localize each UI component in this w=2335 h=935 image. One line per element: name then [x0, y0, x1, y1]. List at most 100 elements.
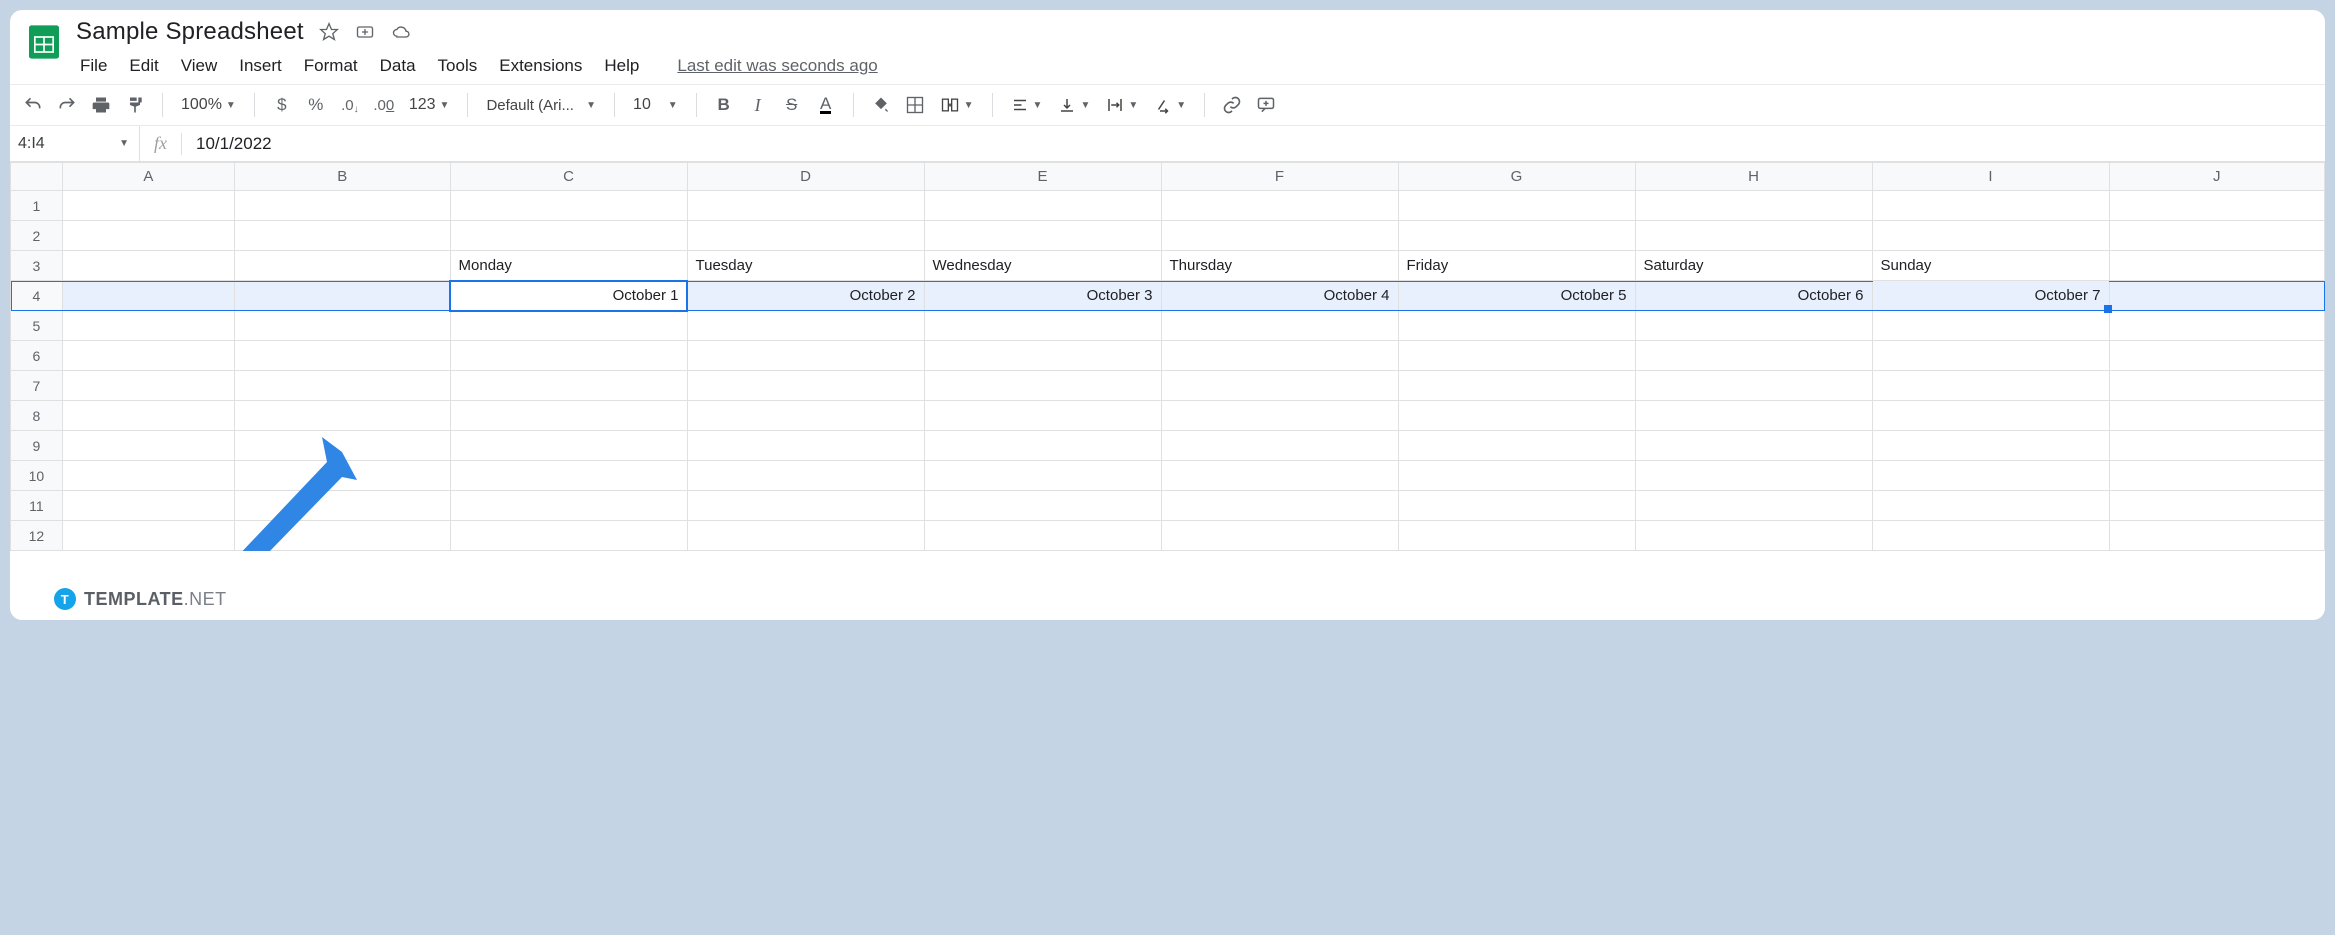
cell[interactable] [62, 521, 234, 551]
col-header[interactable]: G [1398, 163, 1635, 191]
cell[interactable] [924, 491, 1161, 521]
cell[interactable] [1161, 341, 1398, 371]
cell[interactable] [1161, 461, 1398, 491]
cell[interactable] [924, 431, 1161, 461]
cell[interactable] [450, 401, 687, 431]
row-header[interactable]: 4 [11, 281, 63, 311]
cell[interactable] [1398, 461, 1635, 491]
cell[interactable] [1398, 341, 1635, 371]
cell[interactable] [2109, 311, 2324, 341]
bold-button[interactable]: B [711, 91, 737, 119]
increase-decimal[interactable]: .00 [371, 91, 397, 119]
cell[interactable] [1398, 221, 1635, 251]
cell[interactable] [1398, 311, 1635, 341]
insert-link-icon[interactable] [1219, 91, 1245, 119]
cell[interactable] [1398, 371, 1635, 401]
cell[interactable] [1635, 191, 1872, 221]
cell[interactable] [924, 341, 1161, 371]
cell[interactable]: Sunday [1872, 251, 2109, 281]
menu-data[interactable]: Data [380, 56, 416, 76]
undo-icon[interactable] [20, 91, 46, 119]
merge-cells-button[interactable]: ▼ [936, 95, 978, 115]
cell[interactable] [1161, 401, 1398, 431]
cell[interactable] [1872, 491, 2109, 521]
cell[interactable] [2109, 371, 2324, 401]
menu-insert[interactable]: Insert [239, 56, 282, 76]
text-color-button[interactable]: A [813, 91, 839, 119]
col-header[interactable]: A [62, 163, 234, 191]
cell[interactable] [235, 371, 450, 401]
name-box[interactable]: 4:I4▼ [10, 126, 140, 161]
menu-edit[interactable]: Edit [129, 56, 158, 76]
font-size-select[interactable]: 10 ▼ [629, 96, 682, 114]
cell[interactable] [450, 191, 687, 221]
select-all-corner[interactable] [11, 163, 63, 191]
row-header[interactable]: 9 [11, 431, 63, 461]
cell[interactable] [235, 281, 450, 311]
cell[interactable]: Wednesday [924, 251, 1161, 281]
col-header[interactable]: C [450, 163, 687, 191]
text-rotation-button[interactable]: ▼ [1150, 96, 1190, 114]
cell[interactable] [235, 191, 450, 221]
cell[interactable] [62, 251, 234, 281]
cell[interactable] [2109, 221, 2324, 251]
cell[interactable] [235, 431, 450, 461]
cell[interactable] [2109, 341, 2324, 371]
cell[interactable] [450, 431, 687, 461]
cell[interactable] [62, 371, 234, 401]
cell[interactable]: Friday [1398, 251, 1635, 281]
cell[interactable] [687, 521, 924, 551]
cell[interactable] [450, 491, 687, 521]
cell[interactable] [687, 191, 924, 221]
vertical-align-button[interactable]: ▼ [1054, 96, 1094, 114]
col-header[interactable]: F [1161, 163, 1398, 191]
strikethrough-button[interactable]: S [779, 91, 805, 119]
cell[interactable] [687, 491, 924, 521]
cell[interactable] [2109, 521, 2324, 551]
sheets-logo-icon[interactable] [22, 20, 66, 64]
star-icon[interactable] [318, 22, 340, 42]
zoom-select[interactable]: 100%▼ [177, 96, 240, 114]
cell[interactable] [1872, 371, 2109, 401]
cell[interactable] [62, 491, 234, 521]
cell[interactable] [1398, 491, 1635, 521]
cell[interactable]: October 6 [1635, 281, 1872, 311]
cell[interactable] [1161, 431, 1398, 461]
row-header[interactable]: 2 [11, 221, 63, 251]
cell[interactable] [687, 431, 924, 461]
cell[interactable] [687, 371, 924, 401]
cloud-status-icon[interactable] [390, 22, 412, 42]
cell[interactable] [1161, 371, 1398, 401]
cell[interactable] [687, 401, 924, 431]
redo-icon[interactable] [54, 91, 80, 119]
row-header[interactable]: 7 [11, 371, 63, 401]
cell[interactable] [1635, 401, 1872, 431]
menu-tools[interactable]: Tools [438, 56, 478, 76]
menu-file[interactable]: File [80, 56, 107, 76]
cell[interactable] [2109, 251, 2324, 281]
cell[interactable] [235, 491, 450, 521]
cell[interactable] [924, 401, 1161, 431]
borders-icon[interactable] [902, 91, 928, 119]
paint-format-icon[interactable] [122, 91, 148, 119]
cell[interactable] [2109, 191, 2324, 221]
move-icon[interactable] [354, 22, 376, 42]
cell[interactable] [1872, 461, 2109, 491]
cell[interactable] [687, 221, 924, 251]
cell[interactable] [1161, 191, 1398, 221]
cell[interactable] [235, 521, 450, 551]
formula-bar-input[interactable]: 10/1/2022 [182, 134, 272, 154]
cell[interactable] [1398, 431, 1635, 461]
cell[interactable] [924, 371, 1161, 401]
cell[interactable] [1398, 191, 1635, 221]
cell[interactable] [62, 341, 234, 371]
cell[interactable] [235, 311, 450, 341]
cell[interactable] [62, 221, 234, 251]
cell[interactable] [1872, 191, 2109, 221]
spreadsheet-grid[interactable]: A B C D E F G H I J 123MondayTuesdayWedn… [10, 162, 2325, 551]
row-header[interactable]: 11 [11, 491, 63, 521]
cell[interactable] [235, 221, 450, 251]
cell[interactable] [62, 281, 234, 311]
cell[interactable]: Monday [450, 251, 687, 281]
cell[interactable] [1635, 371, 1872, 401]
